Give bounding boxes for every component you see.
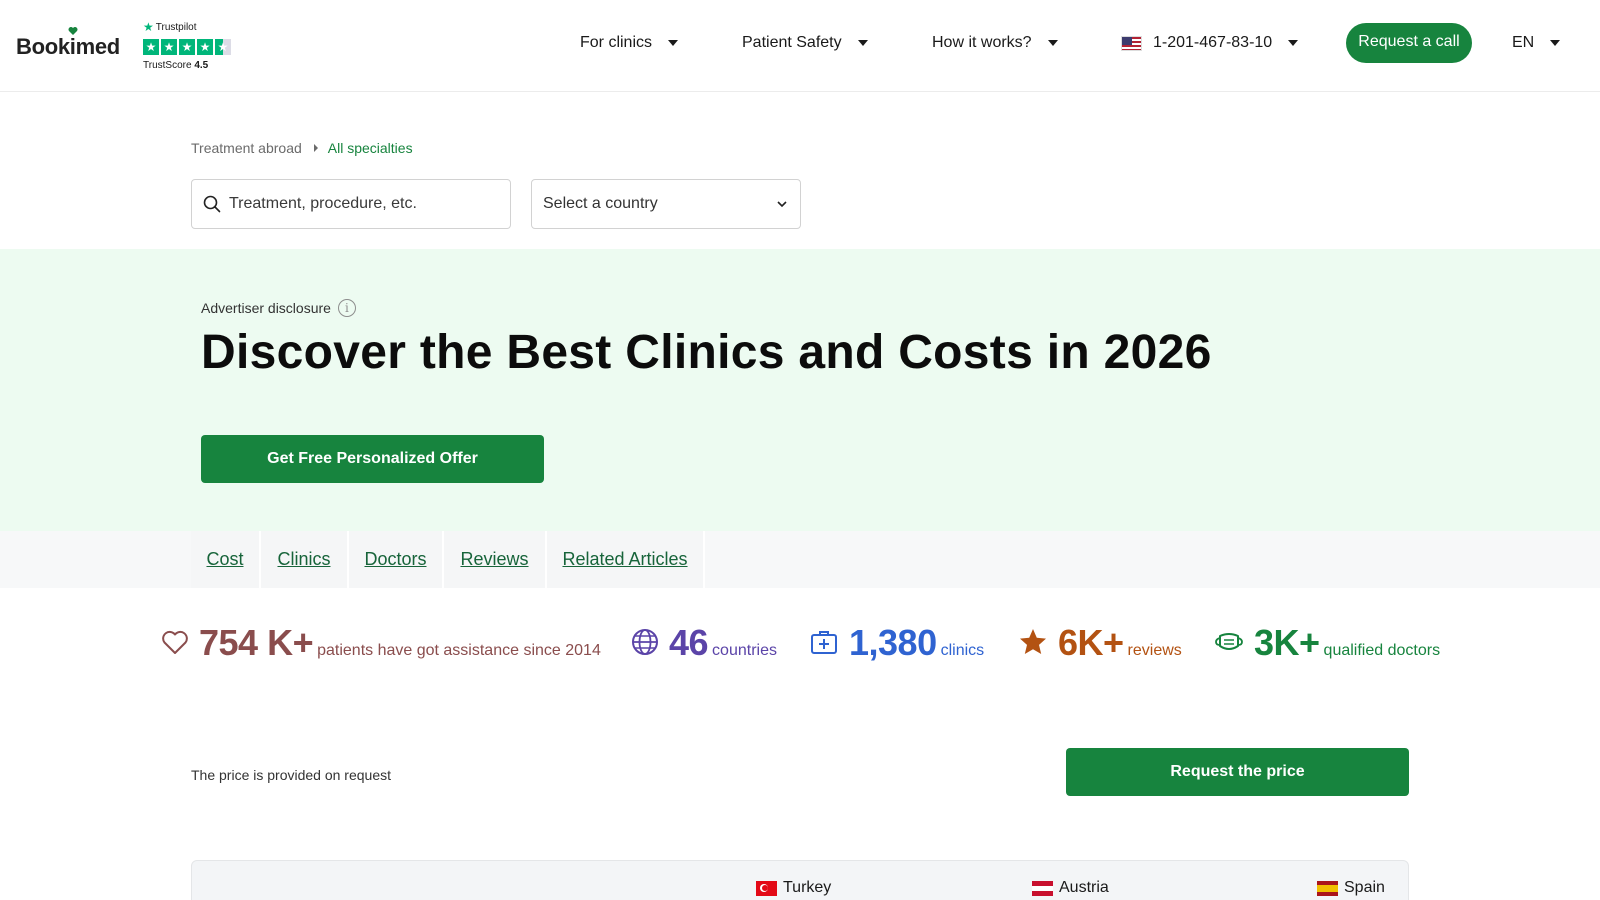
globe-icon xyxy=(632,629,658,655)
caret-down-icon xyxy=(857,40,868,46)
spain-flag-icon xyxy=(1317,880,1338,896)
rating-half-star-icon: ★ xyxy=(215,39,231,55)
stat-label: qualified doctors xyxy=(1323,642,1441,659)
advertiser-disclosure[interactable]: Advertiser disclosure i xyxy=(201,299,356,317)
trustpilot-brand: ★ Trustpilot xyxy=(143,20,197,34)
caret-down-icon xyxy=(668,40,679,46)
caret-down-icon xyxy=(1288,40,1299,46)
price-note: The price is provided on request xyxy=(191,767,391,783)
tab-reviews[interactable]: Reviews xyxy=(444,531,547,588)
search-icon xyxy=(203,195,221,213)
tab-cost[interactable]: Cost xyxy=(191,531,261,588)
trustpilot-score: TrustScore 4.5 xyxy=(143,60,209,71)
caret-down-icon xyxy=(1550,40,1561,46)
rating-star-icon: ★ xyxy=(143,39,159,55)
stat-doctors: 3K+ qualified doctors xyxy=(1254,622,1440,664)
tab-related-articles[interactable]: Related Articles xyxy=(547,531,705,588)
us-flag-icon xyxy=(1121,35,1142,51)
heart-icon xyxy=(162,630,188,654)
tab-doctors[interactable]: Doctors xyxy=(349,531,444,588)
star-icon xyxy=(1020,629,1046,654)
trustpilot-star-icon: ★ xyxy=(143,20,154,34)
rating-star-icon: ★ xyxy=(161,39,177,55)
request-call-button[interactable]: Request a call xyxy=(1346,23,1472,63)
phone-selector[interactable]: 1-201-467-83-10 xyxy=(1121,34,1299,52)
rating-star-icon: ★ xyxy=(197,39,213,55)
country-column-austria: Austria xyxy=(1032,879,1109,897)
trustpilot-widget[interactable]: ★ Trustpilot ★ ★ ★ ★ ★ TrustScore 4.5 xyxy=(143,20,231,71)
get-free-offer-button[interactable]: Get Free Personalized Offer xyxy=(201,435,544,483)
rating-star-icon: ★ xyxy=(179,39,195,55)
tab-clinics[interactable]: Clinics xyxy=(261,531,349,588)
language-selector[interactable]: EN xyxy=(1512,34,1561,52)
breadcrumb-all-specialties[interactable]: All specialties xyxy=(328,140,413,156)
stat-label: patients have got assistance since 2014 xyxy=(317,642,601,659)
stat-value: 46 xyxy=(669,622,709,663)
caret-down-icon xyxy=(1047,40,1058,46)
stat-value: 3K+ xyxy=(1254,622,1320,663)
country-column-spain: Spain xyxy=(1317,879,1385,897)
breadcrumb-treatment-abroad[interactable]: Treatment abroad xyxy=(191,140,302,156)
stat-value: 6K+ xyxy=(1058,622,1124,663)
stat-label: reviews xyxy=(1127,642,1182,659)
stat-clinics: 1,380 clinics xyxy=(849,622,984,664)
price-comparison-table: Turkey Austria Spain xyxy=(191,860,1409,900)
phone-number: 1-201-467-83-10 xyxy=(1153,34,1273,51)
stat-patients: 754 K+ patients have got assistance sinc… xyxy=(199,622,601,664)
info-icon[interactable]: i xyxy=(337,299,356,317)
nav-patient-safety[interactable]: Patient Safety xyxy=(742,34,868,52)
country-select-value: Select a country xyxy=(543,195,658,212)
bookimed-logo[interactable]: Bookimed xyxy=(16,27,120,60)
request-price-button[interactable]: Request the price xyxy=(1066,748,1409,796)
site-header: Bookimed ★ Trustpilot ★ ★ ★ ★ ★ TrustSco… xyxy=(0,0,1600,92)
stat-countries: 46 countries xyxy=(669,622,777,664)
stat-label: clinics xyxy=(940,642,985,659)
treatment-search-input[interactable] xyxy=(229,195,499,213)
stat-value: 1,380 xyxy=(849,622,937,663)
mask-icon xyxy=(1215,633,1243,650)
breadcrumb: Treatment abroad All specialties xyxy=(191,140,413,156)
country-column-turkey: Turkey xyxy=(756,879,831,897)
austria-flag-icon xyxy=(1032,880,1053,896)
chevron-down-icon xyxy=(777,201,787,208)
nav-how-it-works[interactable]: How it works? xyxy=(932,34,1058,52)
country-select[interactable]: Select a country xyxy=(531,179,801,229)
logo-text: Bookimed xyxy=(16,34,120,59)
breadcrumb-arrow-icon xyxy=(313,144,318,152)
stat-label: countries xyxy=(712,642,777,659)
logo-heart-icon xyxy=(68,27,78,35)
turkey-flag-icon xyxy=(756,880,777,896)
stat-value: 754 K+ xyxy=(199,622,314,663)
hero-section: Advertiser disclosure i Discover the Bes… xyxy=(0,249,1600,531)
trustpilot-rating-stars: ★ ★ ★ ★ ★ xyxy=(143,39,231,55)
medical-case-icon xyxy=(811,631,837,654)
nav-for-clinics[interactable]: For clinics xyxy=(580,34,679,52)
stat-reviews: 6K+ reviews xyxy=(1058,622,1182,664)
treatment-search-box[interactable] xyxy=(191,179,511,229)
page-title: Discover the Best Clinics and Costs in 2… xyxy=(201,326,1212,379)
section-tabs: Cost Clinics Doctors Reviews Related Art… xyxy=(0,531,1600,588)
